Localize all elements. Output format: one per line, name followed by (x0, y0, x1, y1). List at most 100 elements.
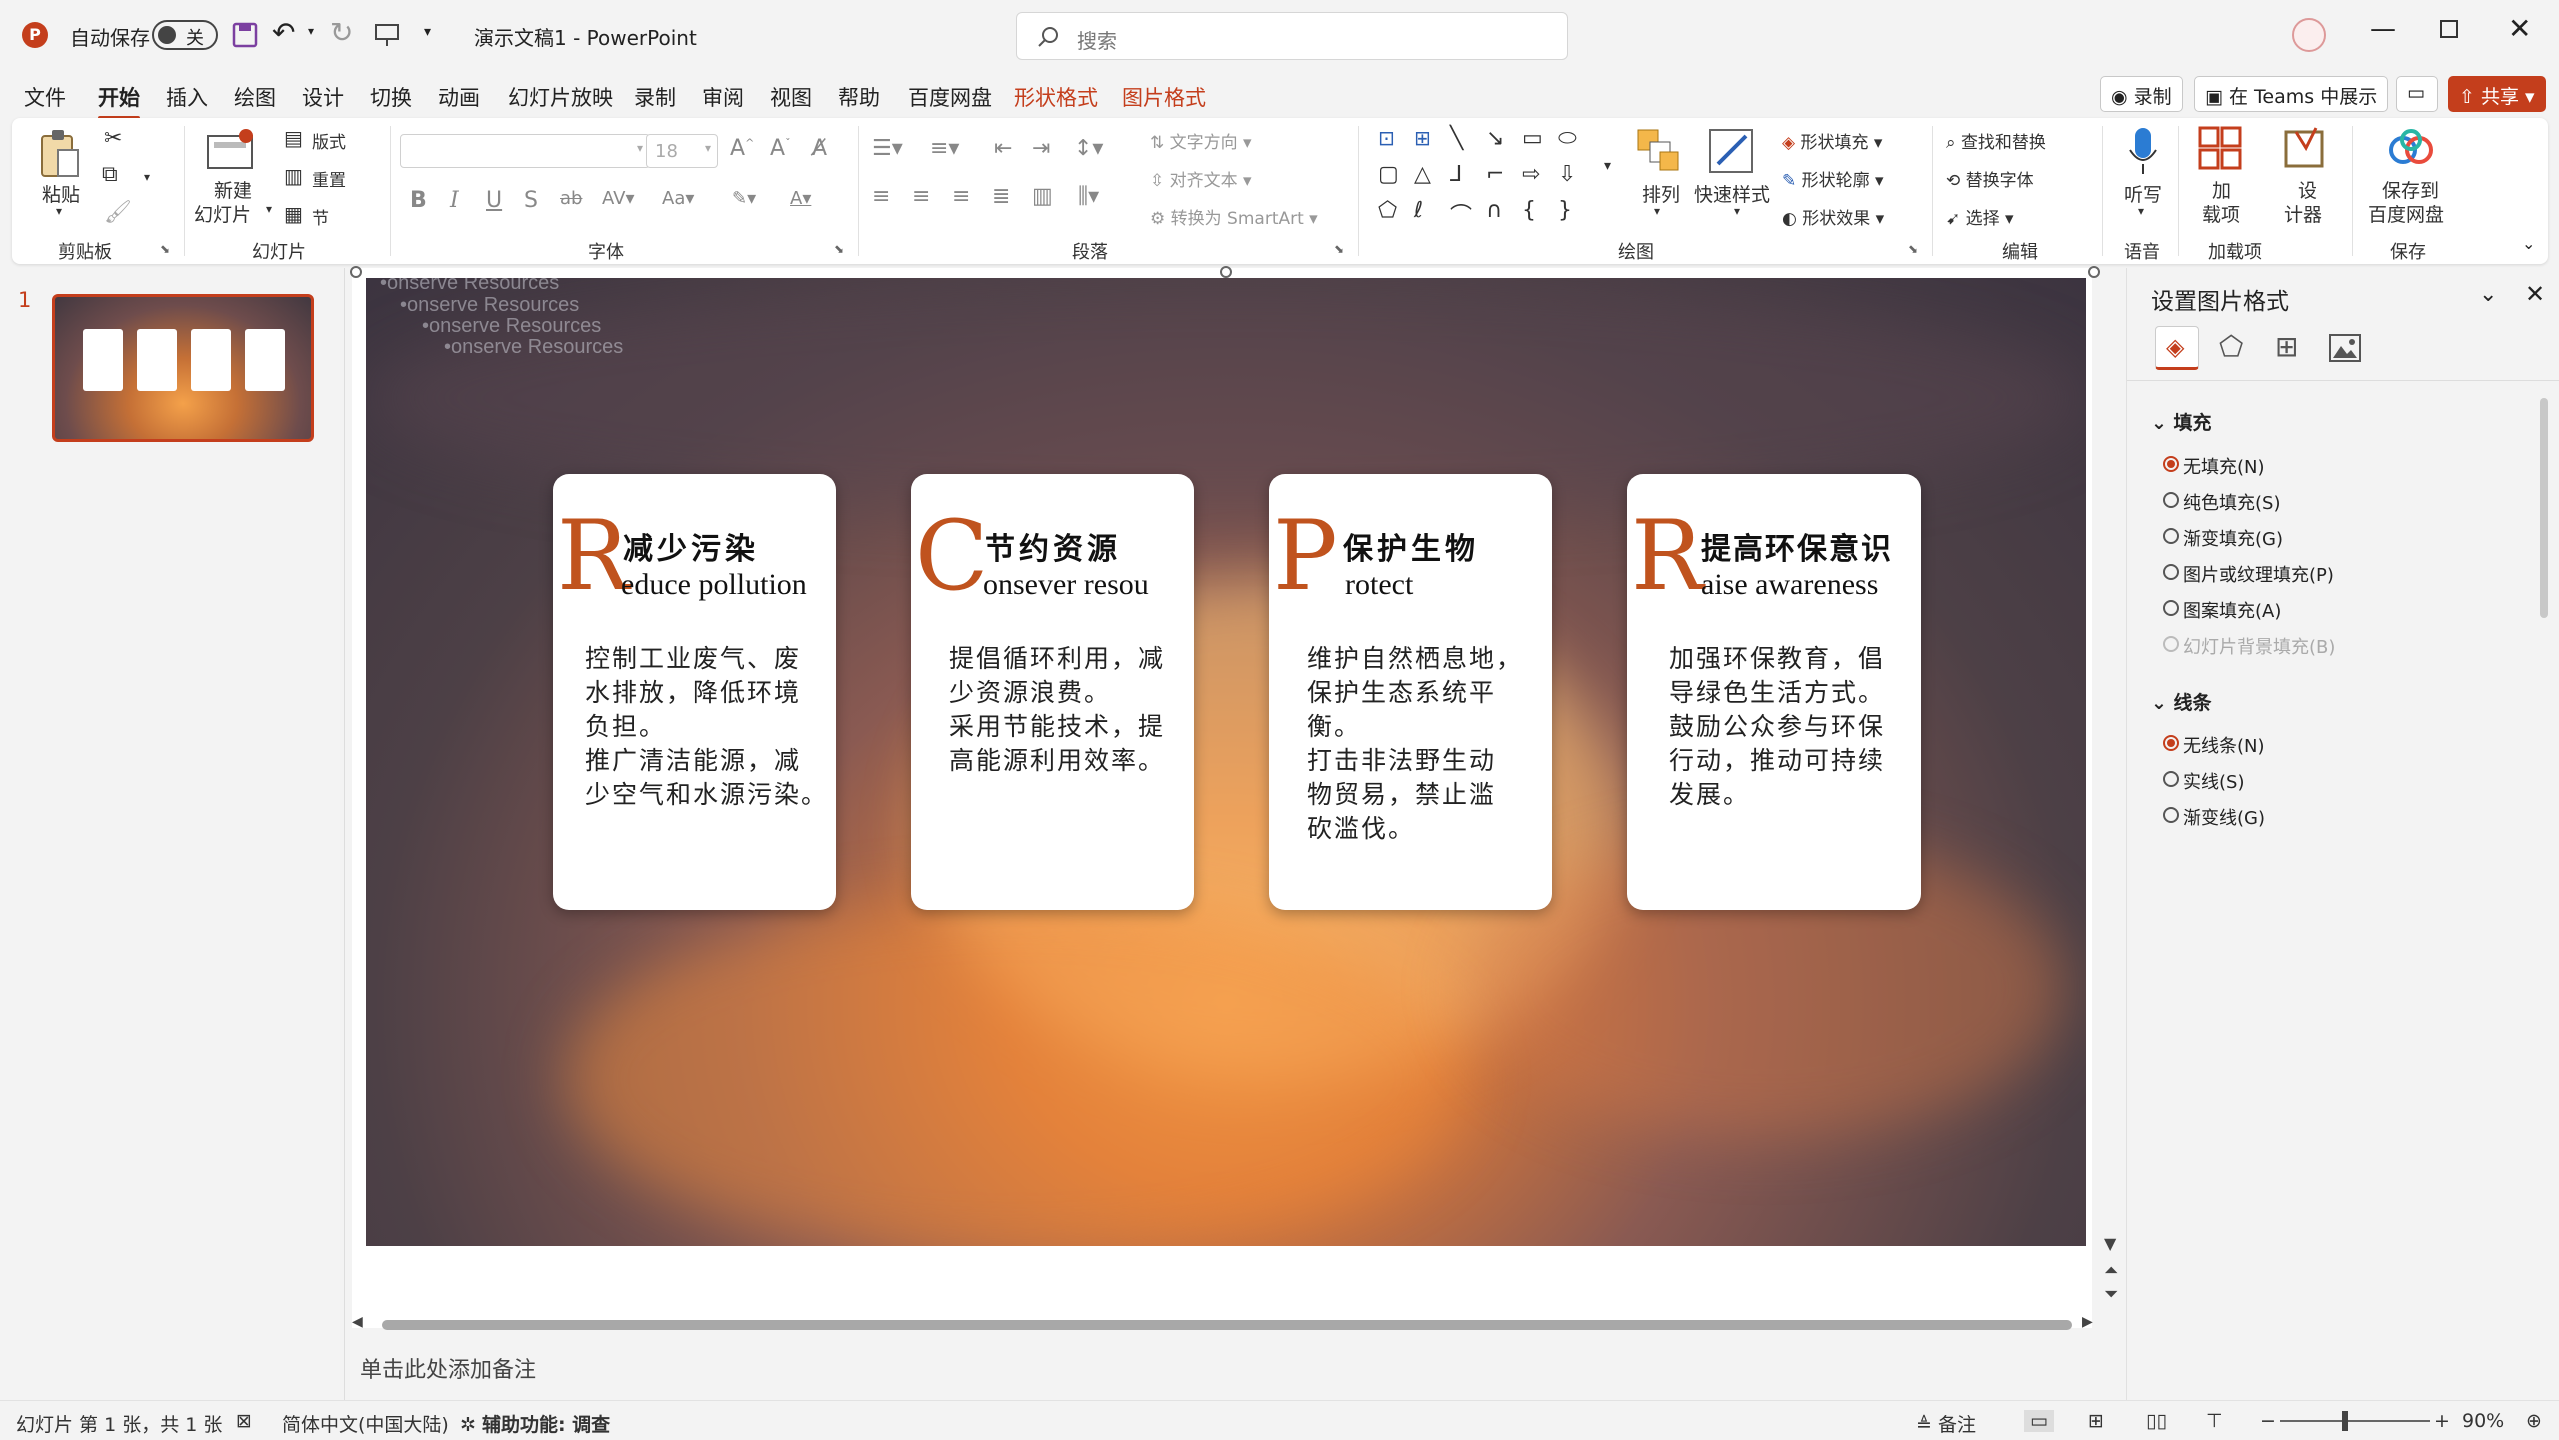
zoom-level[interactable]: 90% (2462, 1410, 2504, 1432)
normal-view-icon[interactable]: ▭ (2024, 1410, 2054, 1432)
accessibility-status[interactable]: ✲ 辅助功能: 调查 (460, 1410, 610, 1437)
tab-home[interactable]: 开始 (98, 82, 140, 120)
record-button[interactable]: ◉ 录制 (2100, 76, 2183, 112)
scroll-left-icon[interactable]: ◀ (352, 1314, 363, 1330)
oval-shape-icon[interactable]: ⬭ (1558, 126, 1577, 151)
tab-record[interactable]: 录制 (634, 82, 676, 112)
justify-icon[interactable]: ≣ (992, 184, 1010, 209)
drawing-launcher-icon[interactable]: ⬊ (1908, 242, 1918, 256)
avatar[interactable] (2292, 18, 2326, 52)
right-arrow-shape-icon[interactable]: ⇨ (1522, 162, 1540, 187)
distribute-icon[interactable]: ▥ (1032, 184, 1053, 209)
dictate-label[interactable]: 听写 (2124, 180, 2162, 207)
pane-scrollbar[interactable] (2540, 398, 2548, 618)
tab-file[interactable]: 文件 (24, 82, 66, 112)
search-box[interactable]: 搜索 (1016, 12, 1568, 60)
columns-icon[interactable]: ⫼▾ (1078, 184, 1099, 209)
slide-thumbnail[interactable] (52, 294, 314, 442)
presentation-icon[interactable] (374, 22, 400, 48)
font-color-icon[interactable]: A▾ (790, 188, 811, 209)
layout-label[interactable]: 版式 (312, 128, 346, 153)
arrange-icon[interactable] (1636, 128, 1680, 172)
rectangle-shape-icon[interactable]: ▭ (1522, 126, 1543, 151)
tab-shape-format[interactable]: 形状格式 (1014, 82, 1098, 112)
save-baidu-label-2[interactable]: 百度网盘 (2368, 200, 2444, 227)
arc-shape-icon[interactable]: ⌒ (1450, 198, 1472, 230)
quick-styles-icon[interactable] (1706, 126, 1756, 176)
tab-insert[interactable]: 插入 (166, 82, 208, 112)
pane-close-icon[interactable]: ✕ (2525, 280, 2545, 308)
share-button[interactable]: ⇧ 共享 ▾ (2448, 76, 2546, 112)
tab-animations[interactable]: 动画 (438, 82, 480, 112)
shape-gallery[interactable]: ⊡ ⊞ ╲ ↘ ▭ ⬭ ▢ △ ⅃ ⌐ ⇨ ⇩ ⬠ ℓ ⌒ ∩ { } ▾ (1368, 126, 1634, 234)
microphone-icon[interactable] (2126, 126, 2160, 176)
picture-icon[interactable] (2329, 334, 2361, 362)
gradient-fill-radio[interactable]: 渐变填充(G) (2163, 525, 2283, 551)
curve-shape-icon[interactable]: ∩ (1486, 198, 1502, 223)
arrange-label[interactable]: 排列 (1642, 180, 1680, 207)
align-text-button[interactable]: ⇳ 对齐文本 ▾ (1150, 166, 1252, 191)
new-slide-dropdown-icon[interactable]: ▾ (266, 202, 272, 216)
resize-handle[interactable] (1220, 266, 1232, 278)
undo-dropdown-icon[interactable]: ▾ (308, 24, 314, 38)
line-shape-icon[interactable]: ╲ (1450, 126, 1463, 151)
italic-icon[interactable]: I (450, 188, 459, 213)
paragraph-launcher-icon[interactable]: ⬊ (1334, 242, 1344, 256)
quick-styles-dropdown-icon[interactable]: ▾ (1734, 204, 1740, 218)
tab-baidu[interactable]: 百度网盘 (908, 82, 992, 112)
next-slide-icon[interactable]: ⏷ (2104, 1284, 2118, 1305)
autosave-toggle[interactable]: 关 (152, 20, 218, 50)
bullets-icon[interactable]: ☰▾ (872, 136, 903, 161)
font-size-input[interactable]: 18 ▾ (646, 134, 718, 168)
pattern-fill-radio[interactable]: 图案填充(A) (2163, 597, 2281, 623)
addins-label-2[interactable]: 载项 (2202, 200, 2240, 227)
vertical-textbox-icon[interactable]: ⊞ (1414, 126, 1431, 150)
gradient-line-radio[interactable]: 渐变线(G) (2163, 804, 2265, 830)
triangle-shape-icon[interactable]: △ (1414, 162, 1431, 187)
rounded-rect-shape-icon[interactable]: ▢ (1378, 162, 1399, 187)
teams-present-button[interactable]: ▣ 在 Teams 中展示 (2194, 76, 2389, 112)
pane-options-icon[interactable]: ⌄ (2479, 282, 2497, 307)
zoom-out-icon[interactable]: − (2260, 1410, 2276, 1432)
shape-gallery-more-icon[interactable]: ▾ (1604, 158, 1611, 174)
copy-icon[interactable]: ⧉ (102, 162, 118, 187)
customize-toolbar-icon[interactable]: ▾ (424, 24, 431, 40)
reading-view-icon[interactable]: ▯▯ (2146, 1410, 2167, 1432)
replace-font-button[interactable]: ⟲ 替换字体 (1946, 166, 2034, 191)
fill-line-tab[interactable]: ◈ (2155, 326, 2199, 370)
layout-icon[interactable]: ▤ (284, 126, 303, 150)
connector-icon[interactable]: ⌐ (1486, 162, 1504, 187)
tab-help[interactable]: 帮助 (838, 82, 880, 112)
section-icon[interactable]: ▦ (284, 202, 303, 226)
scribble-shape-icon[interactable]: ℓ (1414, 198, 1423, 223)
paste-dropdown-icon[interactable]: ▾ (56, 204, 62, 218)
strikethrough-icon[interactable]: ab (560, 188, 582, 209)
bold-icon[interactable]: B (410, 188, 427, 213)
reset-icon[interactable]: ▥ (284, 164, 303, 188)
scroll-right-icon[interactable]: ▶ (2082, 1314, 2093, 1330)
font-launcher-icon[interactable]: ⬊ (834, 242, 844, 256)
reset-label[interactable]: 重置 (312, 166, 346, 191)
picture-fill-radio[interactable]: 图片或纹理填充(P) (2163, 561, 2334, 587)
slide-canvas[interactable]: •onserve Resources •onserve Resources •o… (366, 278, 2086, 1246)
new-slide-icon[interactable] (206, 128, 256, 172)
resize-handle[interactable] (350, 266, 362, 278)
addins-icon[interactable] (2198, 126, 2242, 170)
decrease-font-icon[interactable]: Aˇ (770, 136, 791, 161)
section-label[interactable]: 节 (312, 204, 329, 229)
arrow-line-shape-icon[interactable]: ↘ (1486, 126, 1504, 151)
no-line-radio[interactable]: 无线条(N) (2163, 732, 2265, 758)
tab-slideshow[interactable]: 幻灯片放映 (508, 82, 613, 112)
comment-icon[interactable]: ▭ (2396, 76, 2438, 112)
tab-draw[interactable]: 绘图 (234, 82, 276, 112)
tab-review[interactable]: 审阅 (702, 82, 744, 112)
slideshow-view-icon[interactable]: ⊤ (2206, 1410, 2223, 1432)
tab-view[interactable]: 视图 (770, 82, 812, 112)
spell-check-icon[interactable]: ⊠ (236, 1410, 252, 1432)
no-fill-radio[interactable]: 无填充(N) (2163, 453, 2265, 479)
card-raise-awareness[interactable]: R 提高环保意识 aise awareness 加强环保教育，倡 导绿色生活方式… (1627, 474, 1921, 910)
slide-sorter-icon[interactable]: ⊞ (2088, 1410, 2104, 1432)
card-conserve-resources[interactable]: C 节约资源 onsever resou 提倡循环利用，减 少资源浪费。 采用节… (911, 474, 1194, 910)
solid-line-radio[interactable]: 实线(S) (2163, 768, 2244, 794)
align-right-icon[interactable]: ≡ (952, 184, 970, 209)
